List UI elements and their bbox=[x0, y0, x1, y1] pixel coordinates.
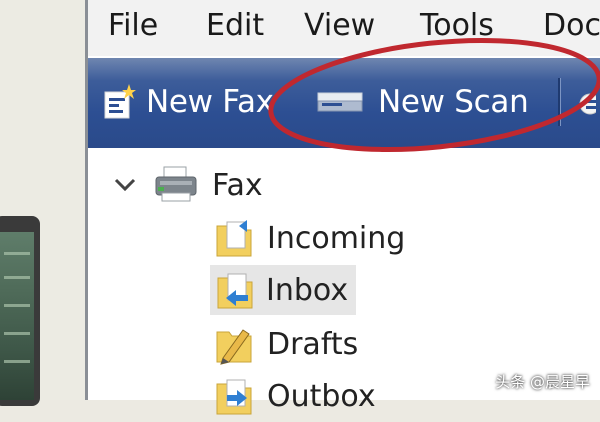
fax-printer-icon bbox=[154, 165, 198, 205]
menu-tools[interactable]: Tools bbox=[420, 6, 494, 46]
menu-bar: File Edit View Tools Doc bbox=[88, 0, 600, 56]
watermark: 头条 @晨星早 bbox=[495, 373, 590, 391]
toolbar-overflow-icon[interactable] bbox=[576, 90, 600, 118]
scanner-icon bbox=[316, 87, 364, 117]
tree-label-outbox: Outbox bbox=[267, 378, 376, 414]
incoming-folder-icon bbox=[213, 216, 255, 260]
chevron-down-icon[interactable] bbox=[112, 175, 138, 195]
drafts-folder-icon bbox=[213, 322, 255, 366]
tree-label-drafts: Drafts bbox=[267, 326, 359, 362]
new-fax-label: New Fax bbox=[146, 84, 274, 120]
menu-document[interactable]: Doc bbox=[543, 6, 600, 46]
folder-tree: Fax Incoming Inbox Drafts Outbox bbox=[88, 150, 600, 415]
menu-edit[interactable]: Edit bbox=[206, 6, 264, 46]
outbox-folder-icon bbox=[213, 374, 255, 418]
tree-item-incoming[interactable]: Incoming bbox=[213, 214, 405, 262]
tree-item-drafts[interactable]: Drafts bbox=[213, 320, 358, 368]
monitor-screen bbox=[0, 232, 34, 400]
inbox-folder-icon bbox=[214, 268, 256, 312]
new-fax-icon bbox=[102, 82, 136, 122]
new-scan-button[interactable]: New Scan bbox=[316, 74, 529, 130]
tree-label-inbox: Inbox bbox=[266, 272, 349, 308]
tree-label-incoming: Incoming bbox=[267, 220, 406, 256]
new-fax-button[interactable]: New Fax bbox=[102, 74, 274, 130]
tree-item-fax[interactable]: Fax bbox=[112, 164, 263, 206]
menu-file[interactable]: File bbox=[108, 6, 158, 46]
menu-view[interactable]: View bbox=[304, 6, 375, 46]
fax-app-window: File Edit View Tools Doc New Fax New Sca… bbox=[85, 0, 600, 415]
tree-item-outbox[interactable]: Outbox bbox=[213, 372, 376, 420]
tree-item-inbox[interactable]: Inbox bbox=[210, 265, 357, 315]
toolbar-separator bbox=[558, 78, 561, 126]
new-scan-label: New Scan bbox=[378, 84, 529, 120]
tree-label-fax: Fax bbox=[212, 167, 263, 203]
toolbar: New Fax New Scan bbox=[88, 58, 600, 148]
